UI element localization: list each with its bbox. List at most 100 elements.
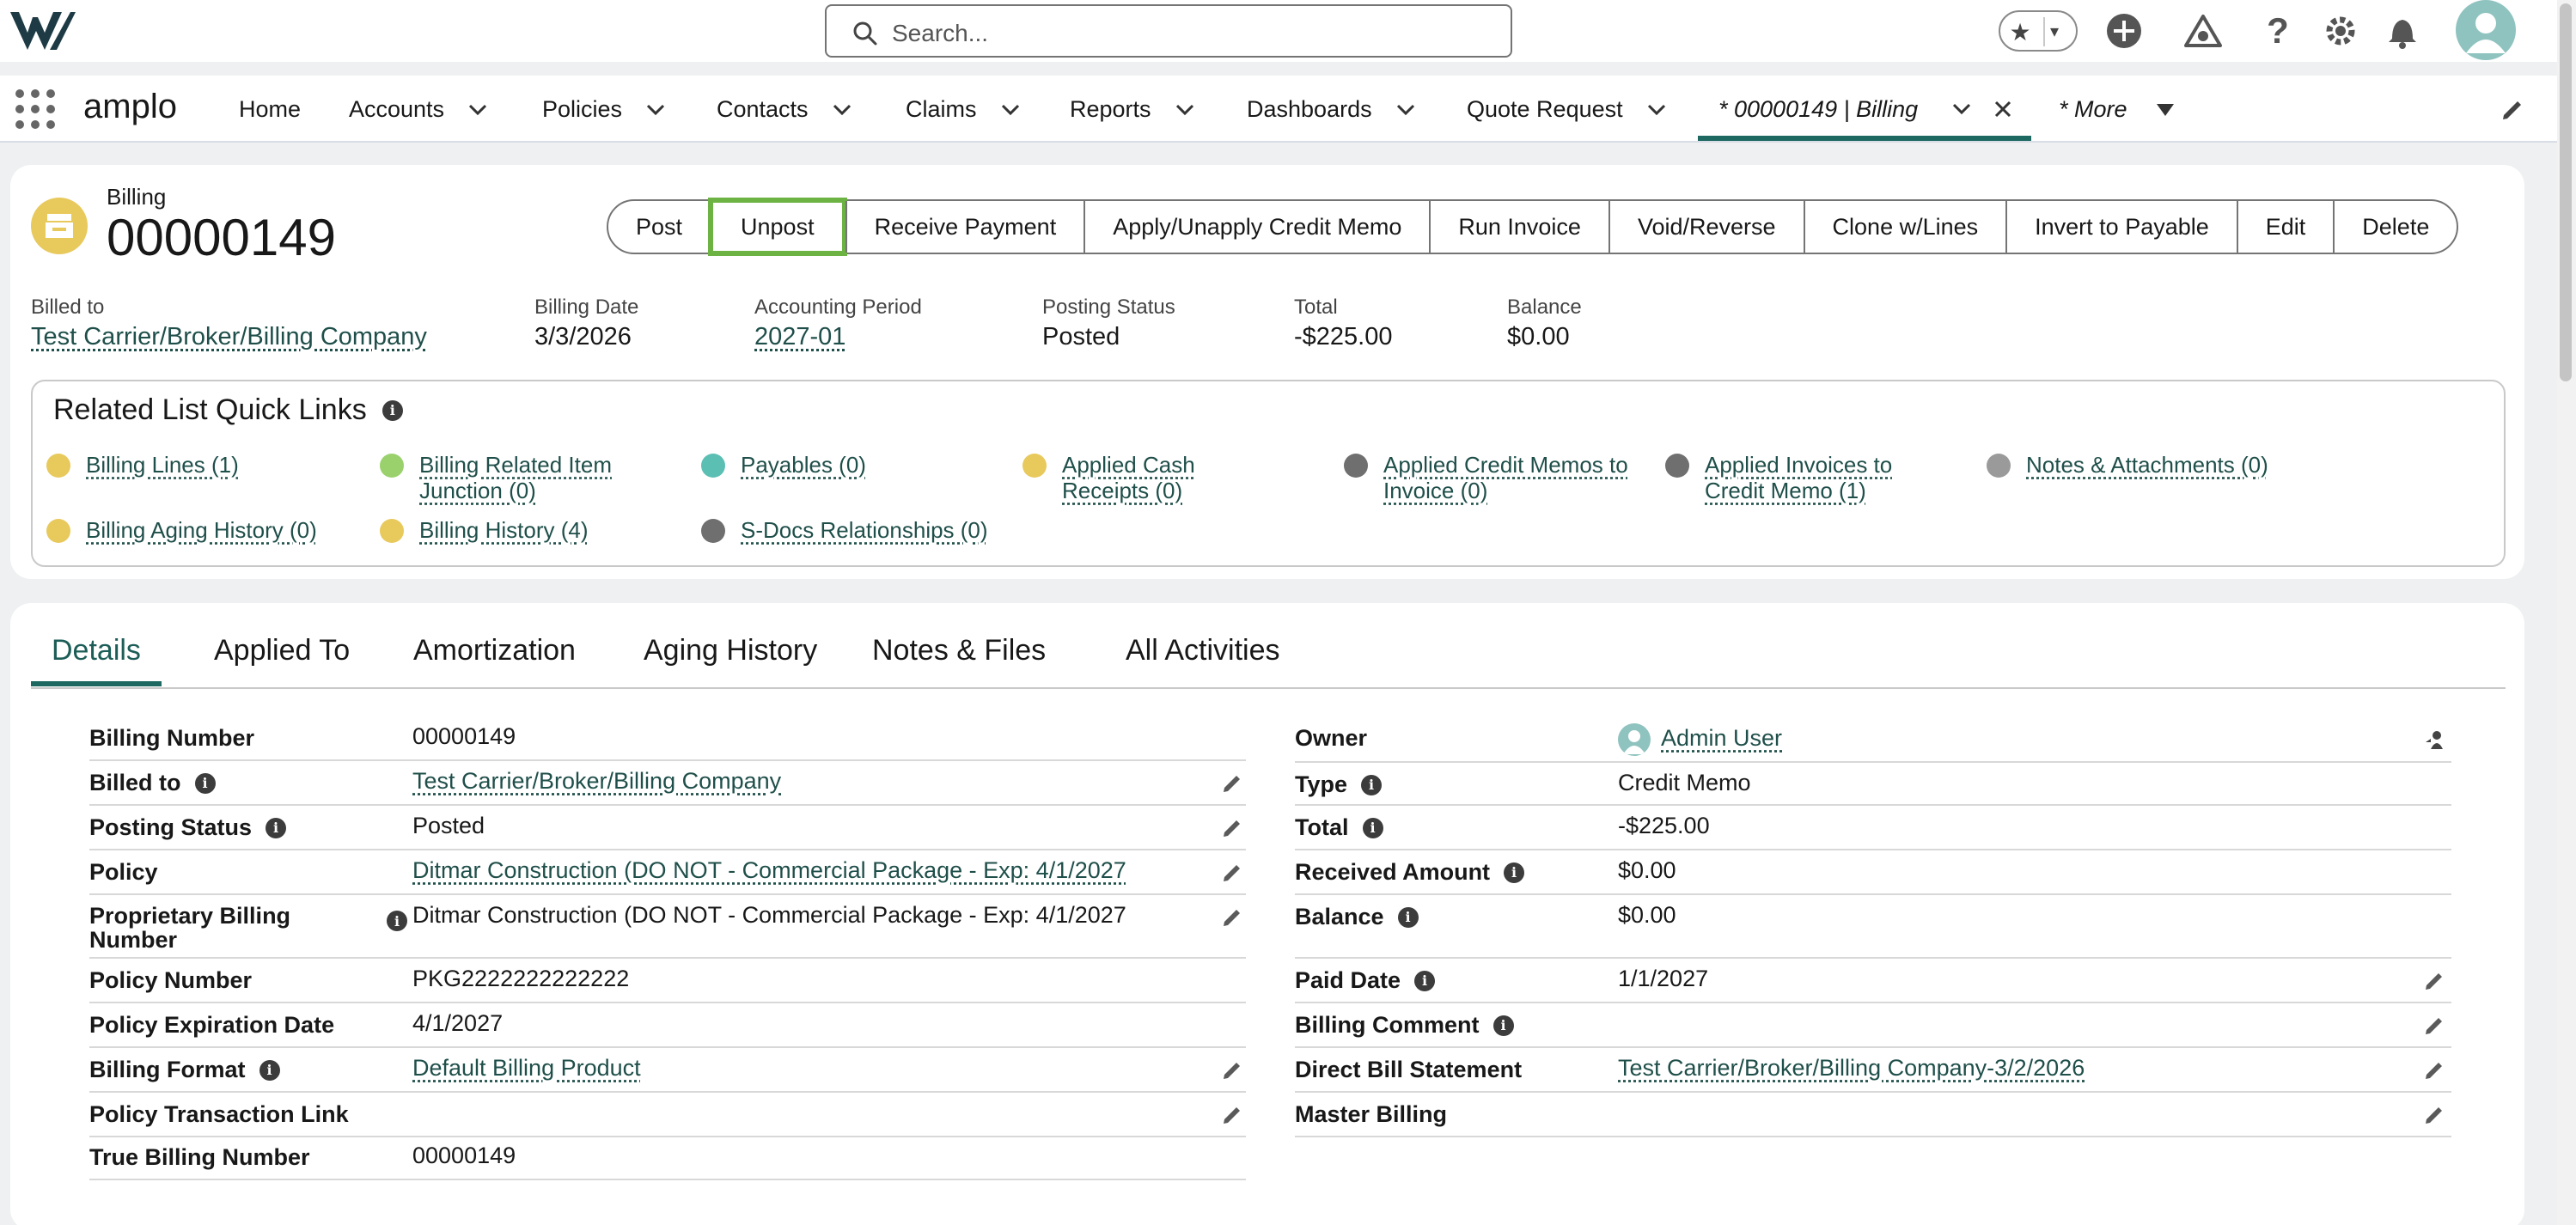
tab-amortization[interactable]: Amortization [413,634,576,667]
accounting-period-link[interactable]: 2027-01 [754,323,922,351]
delete-button[interactable]: Delete [2333,201,2457,253]
favorites-star-icon[interactable]: ★ [2004,15,2036,48]
pencil-edit-icon[interactable] [2422,967,2448,993]
pencil-edit-icon[interactable] [1220,770,1246,795]
invert-to-payable-button[interactable]: Invert to Payable [2005,201,2237,253]
info-icon[interactable]: i [1414,971,1435,991]
edit-button[interactable]: Edit [2237,201,2334,253]
tab-details[interactable]: Details [31,634,162,686]
pencil-edit-icon[interactable] [2422,1057,2448,1082]
nav-item-reports[interactable]: Reports [1070,96,1194,123]
highlight-total: Total -$225.00 [1294,296,1393,351]
quick-link-label: S-Docs Relationships (0) [741,517,988,543]
setup-gear-icon[interactable] [2318,9,2363,53]
post-button[interactable]: Post [608,201,710,253]
amplo-logo-icon[interactable] [7,5,76,57]
favorites-button-group[interactable]: ★ ▾ [1999,10,2078,52]
owner-link[interactable]: Admin User [1661,725,1782,752]
direct-bill-statement-link[interactable]: Test Carrier/Broker/Billing Company-3/2/… [1618,1055,2085,1082]
pencil-edit-icon[interactable] [1220,1057,1246,1082]
page-scrollbar[interactable] [2557,0,2576,1225]
policy-link[interactable]: Ditmar Construction (DO NOT - Commercial… [412,857,1126,884]
notification-bell-icon[interactable] [2380,9,2425,53]
record-title: 00000149 [107,208,336,267]
edit-nav-pencil-icon[interactable] [2499,94,2528,124]
nav-tab-active-record[interactable]: * 00000149 | Billing [1698,76,2031,141]
billing-object-icon [46,519,70,543]
pencil-edit-icon[interactable] [2422,1012,2448,1038]
info-icon[interactable]: i [382,400,403,421]
nav-item-accounts[interactable]: Accounts [349,96,487,123]
pencil-edit-icon[interactable] [1220,1101,1246,1127]
user-avatar[interactable] [2456,0,2516,60]
change-owner-icon[interactable] [2422,727,2448,753]
quick-link-billing-lines[interactable]: Billing Lines (1) [46,452,239,478]
nav-item-label: Dashboards [1247,96,1372,123]
pencil-edit-icon[interactable] [1220,814,1246,840]
global-search-input[interactable]: Search... [825,4,1512,58]
quick-link-s-docs-relationships[interactable]: S-Docs Relationships (0) [701,517,988,543]
info-icon[interactable]: i [1363,818,1383,838]
field-value: -$225.00 [1618,813,1710,839]
help-icon[interactable]: ? [2256,9,2300,53]
chevron-down-icon[interactable] [1647,104,1666,116]
void-reverse-button[interactable]: Void/Reverse [1608,201,1804,253]
info-icon[interactable]: i [195,773,216,794]
tab-applied-to[interactable]: Applied To [214,634,350,667]
tab-notes-files[interactable]: Notes & Files [872,634,1046,667]
pencil-edit-icon[interactable] [1220,904,1246,929]
chevron-down-icon[interactable] [646,104,665,116]
quick-link-applied-cash-receipts[interactable]: Applied Cash Receipts (0) [1022,452,1195,503]
nav-item-home[interactable]: Home [239,96,301,123]
quick-link-billing-history[interactable]: Billing History (4) [380,517,589,543]
nav-item-claims[interactable]: Claims [906,96,1020,123]
info-icon[interactable]: i [1504,862,1524,883]
trailhead-icon[interactable] [2181,9,2225,53]
info-icon[interactable]: i [259,1060,280,1081]
apply-unapply-credit-memo-button[interactable]: Apply/Unapply Credit Memo [1084,201,1429,253]
info-icon[interactable]: i [266,818,286,838]
info-icon[interactable]: i [1361,775,1382,795]
run-invoice-button[interactable]: Run Invoice [1429,201,1608,253]
nav-item-quote-request[interactable]: Quote Request [1467,96,1666,123]
receive-payment-button[interactable]: Receive Payment [845,201,1084,253]
quick-link-applied-credit-memos-to-invoice[interactable]: Applied Credit Memos to Invoice (0) [1344,452,1628,503]
chevron-down-icon[interactable] [1952,103,1971,115]
nav-item-dashboards[interactable]: Dashboards [1247,96,1415,123]
chevron-down-icon[interactable] [1396,104,1415,116]
quick-links-title: Related List Quick Links i [53,393,403,427]
quick-link-billing-related-item-junction[interactable]: Billing Related Item Junction (0) [380,452,612,503]
billed-to-link[interactable]: Test Carrier/Broker/Billing Company [31,323,427,351]
field-label: Master Billing [1295,1101,1447,1128]
nav-item-more[interactable]: * More [2059,96,2174,123]
tab-all-activities[interactable]: All Activities [1126,634,1280,667]
nav-item-contacts[interactable]: Contacts [717,96,852,123]
field-label: Billed to [89,770,181,796]
field-balance: Balance i $0.00 [1295,895,2451,959]
tab-aging-history[interactable]: Aging History [644,634,817,667]
chevron-down-icon[interactable] [833,104,852,116]
info-icon[interactable]: i [1398,907,1419,928]
add-icon[interactable] [2102,9,2146,53]
pencil-edit-icon[interactable] [2422,1101,2448,1127]
quick-link-billing-aging-history[interactable]: Billing Aging History (0) [46,517,317,543]
chevron-down-icon[interactable] [1175,104,1194,116]
pencil-edit-icon[interactable] [1220,859,1246,885]
unpost-button[interactable]: Unpost [708,198,847,256]
info-icon[interactable]: i [1493,1015,1514,1036]
chevron-down-icon[interactable] [468,104,487,116]
quick-link-applied-invoices-to-credit-memo[interactable]: Applied Invoices to Credit Memo (1) [1665,452,1892,503]
chevron-down-icon[interactable] [1001,104,1020,116]
info-icon[interactable]: i [387,911,407,931]
clone-with-lines-button[interactable]: Clone w/Lines [1804,201,2006,253]
billing-format-link[interactable]: Default Billing Product [412,1055,641,1082]
nav-item-policies[interactable]: Policies [542,96,665,123]
scrollbar-thumb[interactable] [2560,3,2572,381]
billed-to-link[interactable]: Test Carrier/Broker/Billing Company [412,768,781,795]
app-launcher-icon[interactable] [15,89,55,129]
quick-link-notes-attachments[interactable]: Notes & Attachments (0) [1987,452,2268,478]
close-icon[interactable] [1993,100,2012,119]
quick-link-payables[interactable]: Payables (0) [701,452,866,478]
custom-object-icon [701,519,725,543]
chevron-down-icon[interactable]: ▾ [2050,21,2059,42]
